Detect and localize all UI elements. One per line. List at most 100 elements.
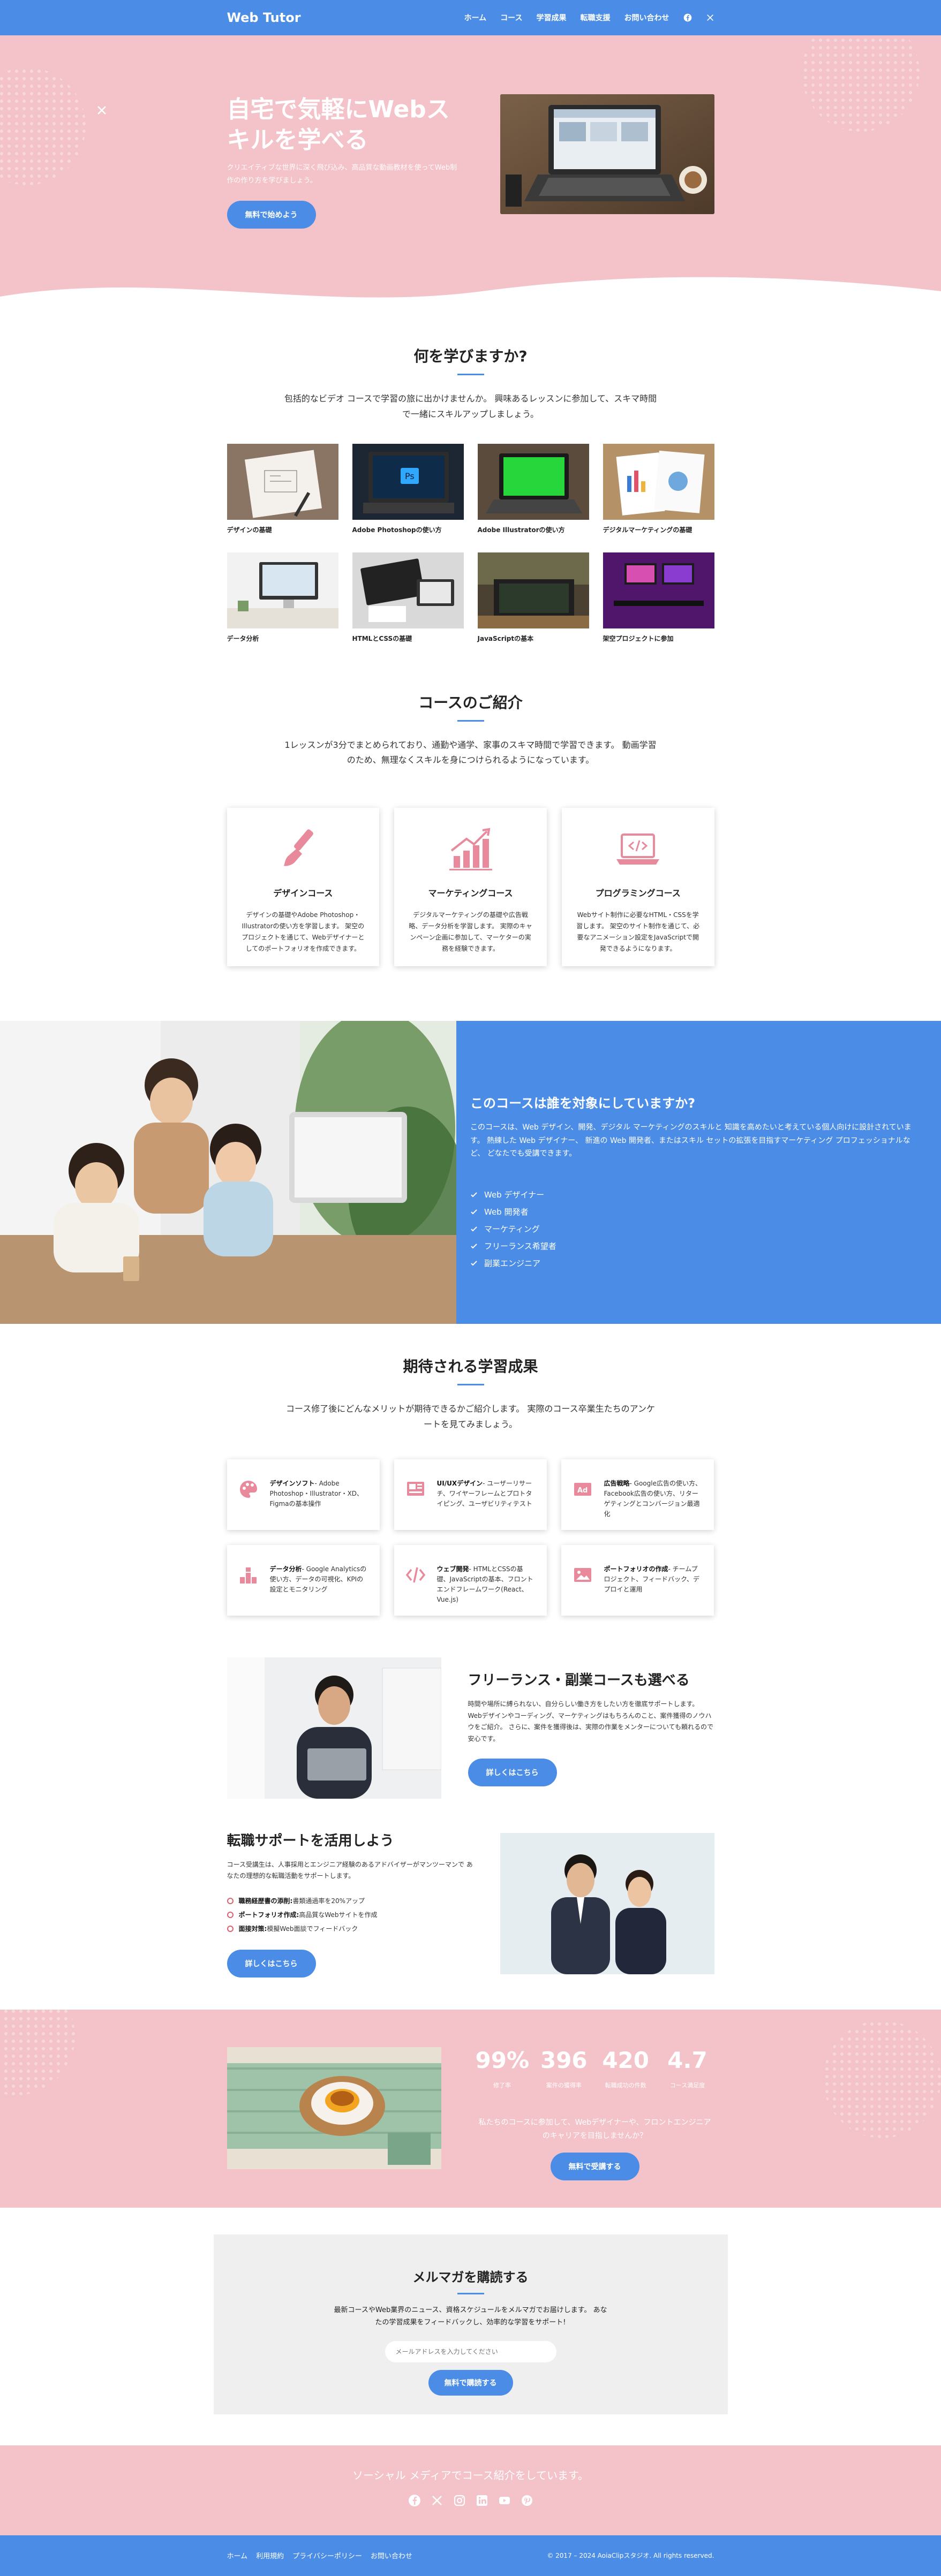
- palette-icon: [239, 1480, 257, 1498]
- footer-link-contact[interactable]: お問い合わせ: [371, 2550, 412, 2560]
- wireframe-icon: [406, 1481, 424, 1496]
- image-icon: [574, 1567, 591, 1582]
- list-item: 職務経歴書の添削:書類通過率を20%アップ: [227, 1894, 473, 1908]
- career-title: 転職サポートを活用しよう: [227, 1832, 394, 1849]
- social-icons: [0, 2494, 941, 2507]
- hero-title: 自宅で気軽にWebスキルを学べる: [227, 96, 450, 154]
- stats-row: 99% 修了率 396 案件の獲得率 420 転職成功の件数 4.7 コース満足度: [476, 2047, 714, 2089]
- email-input[interactable]: [385, 2340, 556, 2362]
- learn-item[interactable]: HTMLとCSSの基礎: [352, 552, 464, 643]
- check-icon: [471, 1226, 477, 1232]
- footer-link-privacy[interactable]: プライバシーポリシー: [292, 2550, 362, 2560]
- footer-links: ホーム 利用規約 プライバシーポリシー お問い合わせ: [227, 2550, 412, 2560]
- footer-link-home[interactable]: ホーム: [227, 2550, 248, 2560]
- newsletter-box: メルマガを購読する 最新コースやWeb業界のニュース、資格スケジュールをメルマガ…: [213, 2234, 728, 2414]
- svg-text:Ad: Ad: [577, 1487, 588, 1495]
- freelancer-photo: [227, 1657, 441, 1799]
- check-icon: [471, 1209, 477, 1215]
- newsletter-description: 最新コースやWeb業界のニュース、資格スケジュールをメルマガでお届けします。 あ…: [334, 2306, 607, 2327]
- list-item: Web デザイナー: [470, 1186, 941, 1203]
- list-item: 面接対策:模擬Web面談でフィードバック: [227, 1922, 473, 1936]
- career-more-button[interactable]: 詳しくはこちら: [227, 1949, 316, 1978]
- career-list: 職務経歴書の添削:書類通過率を20%アップ ポートフォリオ作成:高品質なWebサ…: [227, 1894, 473, 1936]
- learn-item[interactable]: Ps Adobe Photoshopの使い方: [352, 443, 464, 534]
- code-icon: [405, 1567, 425, 1583]
- learn-item[interactable]: デザインの基礎: [227, 443, 338, 534]
- course-card-design[interactable]: デザインコース デザインの基礎やAdobe Photoshop・Illustra…: [227, 808, 380, 967]
- hero-laptop-image: [500, 94, 714, 214]
- brand-logo[interactable]: Web Tutor: [227, 10, 301, 25]
- outcomes-description: コース修了後にどんなメリットが期待できるかご紹介します。 実際のコース卒業生たち…: [286, 1404, 655, 1429]
- course-card-desc: Webサイト制作に必要なHTML・CSSを学習します。 架空のサイト制作を通じて…: [576, 911, 700, 953]
- course-card-marketing[interactable]: マーケティングコース デジタルマーケティングの基礎や広告戦略、データ分析を学習し…: [394, 808, 547, 967]
- learn-description: 包括的なビデオ コースで学習の旅に出かけませんか。 興味あるレッスンに参加して、…: [284, 393, 657, 419]
- facebook-icon[interactable]: [683, 13, 692, 22]
- main-menu: ホーム コース 学習成果 転職支援 お問い合わせ: [464, 12, 714, 23]
- learn-item[interactable]: 架空プロジェクトに参加: [603, 552, 714, 643]
- check-icon: [471, 1243, 477, 1249]
- nav-outcomes[interactable]: 学習成果: [537, 12, 567, 23]
- outcomes-grid: デザインソフト- Adobe Photoshop・Illustrator・XD、…: [227, 1459, 714, 1616]
- title-underline: [457, 2292, 484, 2294]
- subscribe-button[interactable]: 無料で購読する: [428, 2369, 513, 2396]
- facebook-icon[interactable]: [408, 2494, 421, 2507]
- check-icon: [471, 1192, 477, 1198]
- hero-wave: [0, 277, 941, 313]
- list-item: フリーランス希望者: [470, 1238, 941, 1255]
- course-card-title: マーケティングコース: [428, 888, 513, 899]
- learn-item-label: JavaScriptの基本: [477, 634, 534, 642]
- learn-item-label: デザインの基礎: [227, 526, 272, 534]
- youtube-icon[interactable]: [498, 2494, 511, 2507]
- svg-text:Ps: Ps: [405, 471, 415, 481]
- learn-item-label: データ分析: [227, 634, 259, 642]
- x-icon[interactable]: [706, 13, 714, 22]
- x-icon[interactable]: [431, 2494, 443, 2507]
- nav-contact[interactable]: お問い合わせ: [624, 12, 669, 23]
- learn-item[interactable]: デジタルマーケティングの基礎: [603, 443, 714, 534]
- outcome-card: デザインソフト- Adobe Photoshop・Illustrator・XD、…: [227, 1459, 380, 1530]
- nav-courses[interactable]: コース: [500, 12, 522, 23]
- outcomes-title: 期待される学習成果: [403, 1358, 538, 1376]
- freelance-section: フリーランス・副業コースも選べる 時間や場所に縛られない、自分らしい働き方をした…: [0, 1657, 941, 1799]
- target-section: このコースは誰を対象にしていますか? このコースは、Web デザイン、開発、デジ…: [0, 1021, 941, 1324]
- freelance-more-button[interactable]: 詳しくはこちら: [468, 1759, 557, 1787]
- courses-description: 1レッスンが3分でまとめられており、通勤や通学、家事のスキマ時間で学習できます。…: [284, 739, 657, 766]
- top-nav: Web Tutor ホーム コース 学習成果 転職支援 お問い合わせ: [0, 0, 941, 35]
- course-cards: デザインコース デザインの基礎やAdobe Photoshop・Illustra…: [227, 808, 714, 967]
- course-card-title: プログラミングコース: [595, 888, 681, 899]
- list-item: 副業エンジニア: [470, 1255, 941, 1272]
- course-card-programming[interactable]: プログラミングコース Webサイト制作に必要なHTML・CSSを学習します。 架…: [561, 808, 714, 967]
- learn-item[interactable]: Adobe Illustratorの使い方: [477, 443, 589, 534]
- stat-item: 99% 修了率: [475, 2047, 530, 2089]
- data-analysis-image: [227, 552, 338, 628]
- start-free-button[interactable]: 無料で始めよう: [227, 201, 316, 229]
- course-card-desc: デジタルマーケティングの基礎や広告戦略、データ分析を学習します。 実際のキャンペ…: [409, 911, 532, 953]
- html-css-image: [352, 552, 464, 628]
- free-enroll-button[interactable]: 無料で受講する: [550, 2153, 639, 2181]
- stat-item: 420 転職成功の件数: [602, 2047, 649, 2089]
- growth-chart-icon: [449, 828, 492, 871]
- learn-item[interactable]: データ分析: [227, 552, 338, 643]
- footer-link-terms[interactable]: 利用規約: [256, 2550, 284, 2560]
- course-card-desc: デザインの基礎やAdobe Photoshop・Illustratorの使い方を…: [242, 911, 365, 953]
- decor-dots: [802, 35, 920, 132]
- learn-item[interactable]: JavaScriptの基本: [477, 552, 589, 643]
- footer: ホーム 利用規約 プライバシーポリシー お問い合わせ © 2017 – 2024…: [0, 2535, 941, 2576]
- learn-item-label: HTMLとCSSの基礎: [352, 634, 412, 642]
- outcome-card: Ad 広告戦略- Google広告の使い方、Facebook広告の使い方、リター…: [561, 1459, 714, 1530]
- photoshop-image: Ps: [352, 443, 464, 520]
- linkedin-icon[interactable]: [476, 2494, 488, 2507]
- decor-cross-icon: [97, 106, 106, 115]
- nav-career[interactable]: 転職支援: [581, 12, 611, 23]
- list-item: Web 開発者: [470, 1203, 941, 1221]
- nav-home[interactable]: ホーム: [464, 12, 487, 23]
- courses-section: コースのご紹介 1レッスンが3分でまとめられており、通勤や通学、家事のスキマ時間…: [0, 643, 941, 967]
- marketing-image: [603, 443, 714, 520]
- decor-dots: [0, 67, 86, 185]
- project-image: [603, 552, 714, 628]
- learn-title: 何を学びますか?: [413, 347, 528, 365]
- instagram-icon[interactable]: [453, 2494, 466, 2507]
- learn-item-label: 架空プロジェクトに参加: [603, 634, 674, 642]
- pinterest-icon[interactable]: [521, 2494, 533, 2507]
- learn-grid: デザインの基礎 Ps Adobe Photoshopの使い方 Adobe Ill…: [227, 443, 714, 643]
